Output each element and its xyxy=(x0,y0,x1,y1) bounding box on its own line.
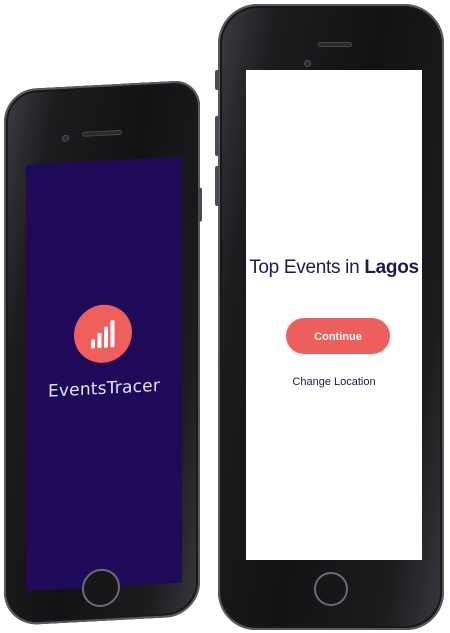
page-title: Top Events in Lagos xyxy=(246,257,422,279)
left-phone-power-button xyxy=(198,187,202,222)
title-prefix: Top Events in xyxy=(249,257,360,278)
splash-screen: EventsTracer xyxy=(26,156,182,591)
left-phone-speaker xyxy=(82,129,122,137)
right-phone-volume-down xyxy=(215,166,219,206)
right-phone-speaker xyxy=(318,42,352,47)
location-screen: Top Events in Lagos Continue Change Loca… xyxy=(246,70,422,560)
right-phone-volume-up xyxy=(215,116,219,156)
right-phone: Top Events in Lagos Continue Change Loca… xyxy=(215,4,444,630)
continue-button[interactable]: Continue xyxy=(286,318,390,354)
bar-chart-icon xyxy=(91,320,115,349)
left-phone-home-button[interactable] xyxy=(82,567,120,608)
left-phone: EventsTracer xyxy=(4,79,202,626)
app-name: EventsTracer xyxy=(47,375,161,402)
right-phone-home-button[interactable] xyxy=(314,572,348,606)
change-location-link[interactable]: Change Location xyxy=(246,376,422,388)
left-phone-camera xyxy=(62,134,69,142)
title-city: Lagos xyxy=(364,257,419,278)
device-mockup-stage: EventsTracer Top Events in Lagos Continu… xyxy=(0,0,450,633)
right-phone-mute-switch xyxy=(215,70,219,90)
app-logo xyxy=(74,303,132,365)
right-phone-camera xyxy=(304,60,311,67)
